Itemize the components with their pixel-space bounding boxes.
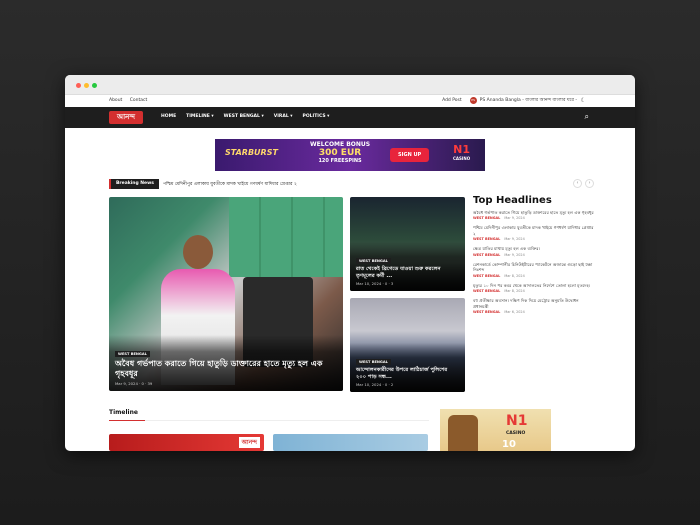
ad-line1: WELCOME BONUS xyxy=(310,141,371,148)
headline-text[interactable]: পশ্চিম মেদিনীপুর এলাকায় যুবতীকে মাদক খা… xyxy=(473,225,595,236)
headline-text[interactable]: বহু প্রতীক্ষার অবসান। দক্ষিণ দিক দিয়ে ম… xyxy=(473,298,595,309)
top-headlines: Top Headlines অবৈধ গর্ভপাত করাতে গিয়ে হ… xyxy=(473,195,595,319)
card-meta: Mar 10, 2024 · 0 · 2 xyxy=(356,382,394,387)
featured-meta: Mar 9, 2024 · 0 · 39 xyxy=(115,381,153,386)
side-ad-big: N1 xyxy=(506,413,528,429)
featured-title[interactable]: অবৈধ গর্ভপাত করাতে গিয়ে হাতুড়ি ডাক্তার… xyxy=(115,359,337,379)
about-link[interactable]: About xyxy=(109,98,122,103)
news-card[interactable]: WEST BENGAL আন্দোলনকারীদের উপরে লাঠিচার্… xyxy=(350,298,465,392)
window-titlebar xyxy=(65,75,635,95)
add-post-link[interactable]: Add Post xyxy=(442,98,462,103)
photo-background xyxy=(229,197,343,277)
timeline-thumbnail[interactable] xyxy=(273,434,428,451)
headline-text[interactable]: ক্ষেত্র যাতির মাথায় মৃত্যু হল এক ব্যক্ত… xyxy=(473,246,595,251)
headline-text[interactable]: অবৈধ গর্ভপাত করাতে গিয়ে হাতুড়ি ডাক্তার… xyxy=(473,210,595,215)
side-ad[interactable]: N1 CASINO 10 xyxy=(440,409,551,451)
ps-logo-icon: PS xyxy=(469,97,477,104)
news-card[interactable]: WEST BENGAL রাত থেকেই ব্রিগেডে যাওয়া শু… xyxy=(350,197,465,291)
featured-category-badge[interactable]: WEST BENGAL xyxy=(115,351,150,357)
ad-line3: 120 FREESPINS xyxy=(318,158,362,164)
headline-item[interactable]: পশ্চিম মেদিনীপুর এলাকায় যুবতীকে মাদক খা… xyxy=(473,225,595,241)
browser-window: About Contact Add Post PS PS Ananda Bang… xyxy=(65,75,635,451)
nav-item-timeline[interactable]: TIMELINE ▾ xyxy=(186,114,214,119)
breaking-news-bar: Breaking News পশ্চিম মেদিনীপুর এলাকায় য… xyxy=(109,179,594,189)
timeline-thumbnail[interactable]: আনন্দ xyxy=(109,434,264,451)
maximize-dot[interactable] xyxy=(92,83,97,88)
ad-casino-small: CASINO xyxy=(453,156,471,161)
headline-date: Mar 9, 2024 xyxy=(504,216,525,221)
headline-category[interactable]: WEST BENGAL xyxy=(473,274,500,278)
headline-category[interactable]: WEST BENGAL xyxy=(473,289,500,293)
tiki-figure xyxy=(448,415,478,451)
timeline-thumb-logo: আনন্দ xyxy=(238,437,260,448)
card-meta: Mar 10, 2024 · 0 · 3 xyxy=(356,281,394,286)
card-title[interactable]: আন্দোলনকারীদের উপরে লাঠিচার্জ পুলিশের ২০… xyxy=(356,367,459,380)
prev-arrow-icon[interactable]: ‹ xyxy=(573,179,582,188)
nav-item-home[interactable]: HOME xyxy=(161,114,176,119)
breaking-news-arrows: ‹ › xyxy=(570,179,594,188)
headline-item[interactable]: ক্ষেত্র যাতির মাথায় মৃত্যু হল এক ব্যক্ত… xyxy=(473,246,595,256)
search-icon[interactable]: ⌕ xyxy=(585,113,589,121)
breaking-news-text[interactable]: পশ্চিম মেদিনীপুর এলাকায় যুবতীকে মাদক খা… xyxy=(163,181,297,188)
timeline-divider xyxy=(109,420,429,421)
headline-item[interactable]: অবৈধ গর্ভপাত করাতে গিয়ে হাতুড়ি ডাক্তার… xyxy=(473,210,595,220)
close-dot[interactable] xyxy=(76,83,81,88)
headline-category[interactable]: WEST BENGAL xyxy=(473,310,500,314)
headline-date: Mar 6, 2024 xyxy=(504,310,525,315)
dark-mode-icon[interactable]: ☾ xyxy=(581,97,586,104)
ps-brand-text[interactable]: PS Ananda Bangla - বাংলার আনন্দ বাংলার ঘ… xyxy=(480,97,577,104)
ad-casino-logo: N1 CASINO xyxy=(453,143,470,161)
card-title[interactable]: রাত থেকেই ব্রিগেডে যাওয়া শুরু করলেন তৃণ… xyxy=(356,266,459,279)
nav-menu: HOME TIMELINE ▾ WEST BENGAL ▾ VIRAL ▾ PO… xyxy=(161,114,339,119)
main-nav: আনন্দ HOME TIMELINE ▾ WEST BENGAL ▾ VIRA… xyxy=(65,107,635,128)
nav-item-west-bengal[interactable]: WEST BENGAL ▾ xyxy=(224,114,264,119)
headline-item[interactable]: বহু প্রতীক্ষার অবসান। দক্ষিণ দিক দিয়ে ম… xyxy=(473,298,595,314)
ad-casino-big: N1 xyxy=(453,143,471,156)
ad-signup-button[interactable]: SIGN UP xyxy=(390,148,430,162)
featured-card[interactable]: WEST BENGAL অবৈধ গর্ভপাত করাতে গিয়ে হাত… xyxy=(109,197,343,391)
timeline-heading: Timeline xyxy=(109,409,138,416)
nav-item-politics[interactable]: POLITICS ▾ xyxy=(303,114,330,119)
headline-date: Mar 9, 2024 xyxy=(504,237,525,242)
top-headlines-title: Top Headlines xyxy=(473,195,552,206)
top-bar: About Contact Add Post PS PS Ananda Bang… xyxy=(65,95,635,107)
contact-link[interactable]: Contact xyxy=(130,98,148,103)
minimize-dot[interactable] xyxy=(84,83,89,88)
headline-category[interactable]: WEST BENGAL xyxy=(473,253,500,257)
site-logo[interactable]: আনন্দ xyxy=(109,111,143,124)
ad-line2: 300 EUR xyxy=(318,148,362,158)
card-category-badge[interactable]: WEST BENGAL xyxy=(356,359,391,365)
ad-bonus: WELCOME BONUS 300 EUR 120 FREESPINS xyxy=(310,141,370,164)
next-arrow-icon[interactable]: › xyxy=(585,179,594,188)
headline-category[interactable]: WEST BENGAL xyxy=(473,216,500,220)
headline-date: Mar 8, 2024 xyxy=(504,289,525,294)
ad-banner[interactable]: STARBURST WELCOME BONUS 300 EUR 120 FREE… xyxy=(215,139,485,171)
headline-date: Mar 9, 2024 xyxy=(504,252,525,257)
headline-category[interactable]: WEST BENGAL xyxy=(473,237,500,241)
breaking-news-label: Breaking News xyxy=(109,179,159,189)
headline-text[interactable]: রেশনকার্ডে কোম্পানীর চিনিউইটারের প্যাকেট… xyxy=(473,262,595,273)
card-category-badge[interactable]: WEST BENGAL xyxy=(356,258,391,264)
headline-date: Mar 8, 2024 xyxy=(504,273,525,278)
headline-item[interactable]: রেশনকার্ডে কোম্পানীর চিনিউইটারের প্যাকেট… xyxy=(473,262,595,278)
headline-item[interactable]: মৃত্যুর ১০ দিন পর কবর থেকে আদালতের নির্দ… xyxy=(473,283,595,293)
ad-brand: STARBURST xyxy=(225,148,278,157)
side-ad-small: CASINO xyxy=(506,431,526,436)
nav-item-viral[interactable]: VIRAL ▾ xyxy=(274,114,293,119)
headline-text[interactable]: মৃত্যুর ১০ দিন পর কবর থেকে আদালতের নির্দ… xyxy=(473,283,595,288)
side-ad-amount: 10 xyxy=(502,439,516,450)
